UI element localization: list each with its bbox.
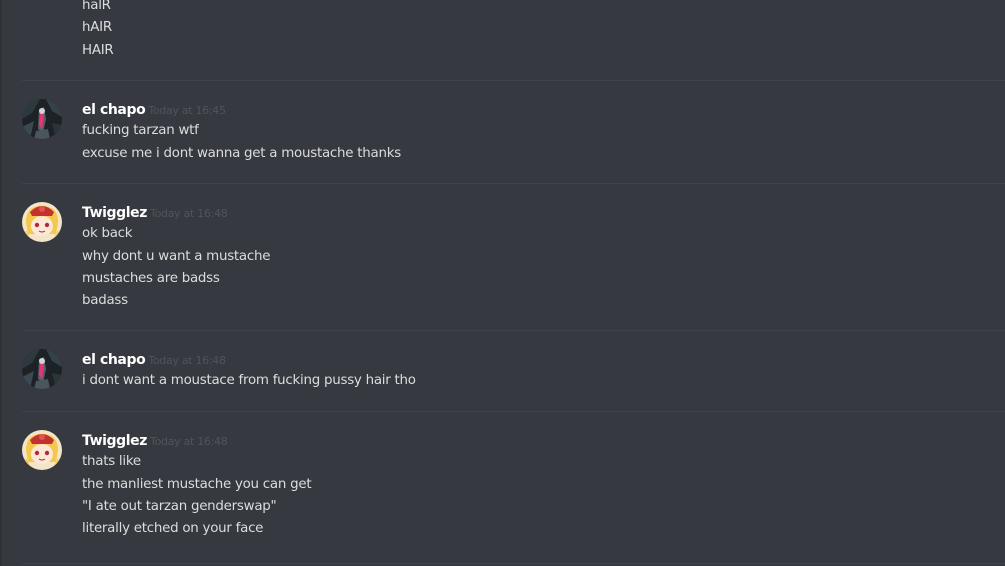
el-chapo-avatar[interactable] [22,349,62,389]
username[interactable]: Twigglez [82,205,147,221]
username[interactable]: el chapo [82,102,146,118]
message-group: Twigglez Today at 16:48 thats like the ma… [22,412,1005,564]
message-line: "I ate out tarzan genderswap" [82,499,277,514]
message-line: halR [82,0,111,13]
message-line: excuse me i dont wanna get a moustache t… [82,146,401,161]
message-line: ok back [82,226,133,241]
el-chapo-avatar[interactable] [22,99,62,139]
timestamp[interactable]: Today at 16:45 [148,104,226,117]
message-line: i dont want a moustace from fucking puss… [82,373,416,388]
message-line: literally etched on your face [82,521,264,536]
message-header: el chapo Today at 16:45 [82,99,226,119]
message-line: fucking tarzan wtf [82,123,199,138]
timestamp[interactable]: Today at 16:48 [150,207,228,220]
message-line: hAIR [82,20,112,35]
chat-messages[interactable]: halR hAIR HAIR el chapo Today at 16:45 fu… [0,0,1005,566]
message-header: Twigglez Today at 16:48 [82,430,228,450]
message-line: badass [82,293,128,308]
timestamp[interactable]: Today at 16:48 [148,354,226,367]
message-group: el chapo Today at 16:45 fucking tarzan wt… [22,81,1005,184]
timestamp[interactable]: Today at 16:48 [150,435,228,448]
message-group: Twigglez Today at 16:48 ok back why dont … [22,184,1005,331]
username[interactable]: Twigglez [82,433,147,449]
message-line: mustaches are badss [82,271,220,286]
message-line: the manliest mustache you can get [82,477,312,492]
message-line: HAIR [82,43,114,58]
message-header: el chapo Today at 16:48 [82,349,226,369]
username[interactable]: el chapo [82,352,146,368]
twigglez-avatar[interactable] [22,202,62,242]
message-line: thats like [82,454,141,469]
message-group-partial: halR hAIR HAIR [22,0,1005,81]
message-header: Twigglez Today at 16:48 [82,202,228,222]
twigglez-avatar[interactable] [22,430,62,470]
message-group: el chapo Today at 16:48 i dont want a mou… [22,331,1005,412]
message-line: why dont u want a mustache [82,249,271,264]
